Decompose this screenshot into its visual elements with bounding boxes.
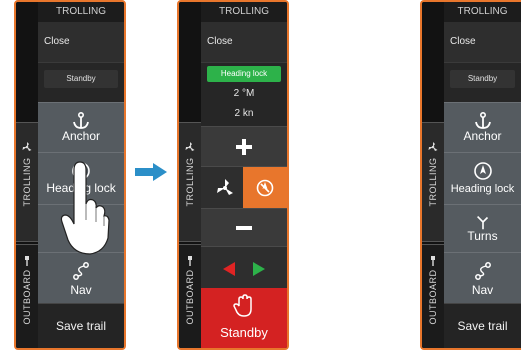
turn-left-icon[interactable] — [221, 261, 237, 277]
route-icon — [73, 262, 89, 280]
anchor-icon — [474, 111, 491, 129]
side-tab-trolling-label: TROLLING — [22, 157, 32, 207]
outboard-motor-icon — [188, 256, 192, 266]
propeller-icon — [22, 142, 32, 151]
heading-lock-mode-button[interactable] — [243, 167, 287, 209]
propeller-icon — [185, 142, 195, 151]
side-tab-trolling-label: TROLLING — [428, 157, 438, 207]
anchor-button[interactable]: Anchor — [38, 102, 124, 153]
propeller-icon — [428, 142, 438, 151]
anchor-icon — [73, 111, 89, 129]
panel-title: TROLLING — [38, 2, 124, 22]
close-button[interactable]: Close — [444, 22, 521, 63]
standby-button[interactable]: Standby — [450, 70, 515, 88]
turn-controls — [201, 246, 287, 291]
trolling-menu: TROLLING Close Standby Anchor Heading lo… — [444, 2, 521, 348]
trolling-panel-before: TROLLING OUTBOARD TROLLING Close Standby… — [14, 0, 126, 350]
trolling-panel-heading-lock: TROLLING OUTBOARD TROLLING Close Heading… — [177, 0, 289, 350]
side-tabs: TROLLING OUTBOARD — [179, 2, 201, 348]
nav-label: Nav — [471, 283, 494, 297]
side-tab-outboard[interactable]: OUTBOARD — [422, 244, 444, 348]
anchor-label: Anchor — [61, 129, 101, 143]
standby-button[interactable]: Standby — [44, 70, 118, 88]
route-icon — [474, 262, 491, 280]
side-tab-outboard-label: OUTBOARD — [185, 269, 195, 325]
compass-icon — [473, 162, 492, 180]
heading-lock-button[interactable]: Heading lock — [444, 152, 521, 205]
hand-stop-icon — [233, 294, 252, 317]
propeller-icon[interactable] — [215, 178, 235, 198]
heading-lock-icon — [256, 179, 274, 197]
side-tab-outboard-label: OUTBOARD — [428, 269, 438, 325]
plus-icon — [236, 139, 252, 155]
anchor-label: Anchor — [463, 129, 502, 143]
heading-readout: 2 °M — [233, 88, 255, 99]
increase-button[interactable] — [201, 126, 287, 167]
save-trail-button[interactable]: Save trail — [444, 303, 521, 348]
side-tab-outboard[interactable]: OUTBOARD — [179, 244, 201, 348]
panel-title: TROLLING — [201, 2, 287, 22]
decrease-button[interactable] — [201, 208, 287, 247]
anchor-button[interactable]: Anchor — [444, 102, 521, 153]
side-tabs: TROLLING OUTBOARD — [422, 2, 444, 348]
nav-button[interactable]: Nav — [38, 252, 124, 307]
side-tab-trolling[interactable]: TROLLING — [422, 122, 444, 242]
trolling-panel-after: TROLLING OUTBOARD TROLLING Close Standby… — [420, 0, 521, 350]
mode-row — [201, 166, 287, 209]
outboard-motor-icon — [431, 256, 435, 266]
save-trail-button[interactable]: Save trail — [38, 303, 124, 348]
panel-title: TROLLING — [444, 2, 521, 22]
minus-icon — [236, 226, 252, 230]
transition-arrow-icon — [135, 163, 167, 181]
close-button[interactable]: Close — [38, 22, 124, 63]
side-tab-trolling[interactable]: TROLLING — [16, 122, 38, 242]
standby-button[interactable]: Standby — [201, 288, 287, 348]
nav-label: Nav — [70, 283, 92, 297]
side-tabs: TROLLING OUTBOARD — [16, 2, 38, 348]
speed-readout: 2 kn — [234, 108, 254, 119]
side-tab-outboard[interactable]: OUTBOARD — [16, 244, 38, 348]
turns-button[interactable]: Turns — [444, 204, 521, 253]
heading-lock-label: Heading lock — [450, 183, 515, 195]
pointing-hand-icon — [60, 161, 110, 255]
outboard-motor-icon — [25, 256, 29, 266]
nav-button[interactable]: Nav — [444, 252, 521, 307]
turn-right-icon[interactable] — [251, 261, 267, 277]
side-tab-trolling-label: TROLLING — [185, 157, 195, 207]
side-tab-trolling[interactable]: TROLLING — [179, 122, 201, 242]
close-button[interactable]: Close — [201, 22, 287, 63]
turns-label: Turns — [467, 229, 498, 243]
heading-lock-controls: TROLLING Close Heading lock 2 °M 2 kn St… — [201, 2, 287, 348]
heading-lock-status-badge: Heading lock — [207, 66, 281, 82]
standby-label: Standby — [220, 325, 268, 340]
side-tab-outboard-label: OUTBOARD — [22, 269, 32, 325]
